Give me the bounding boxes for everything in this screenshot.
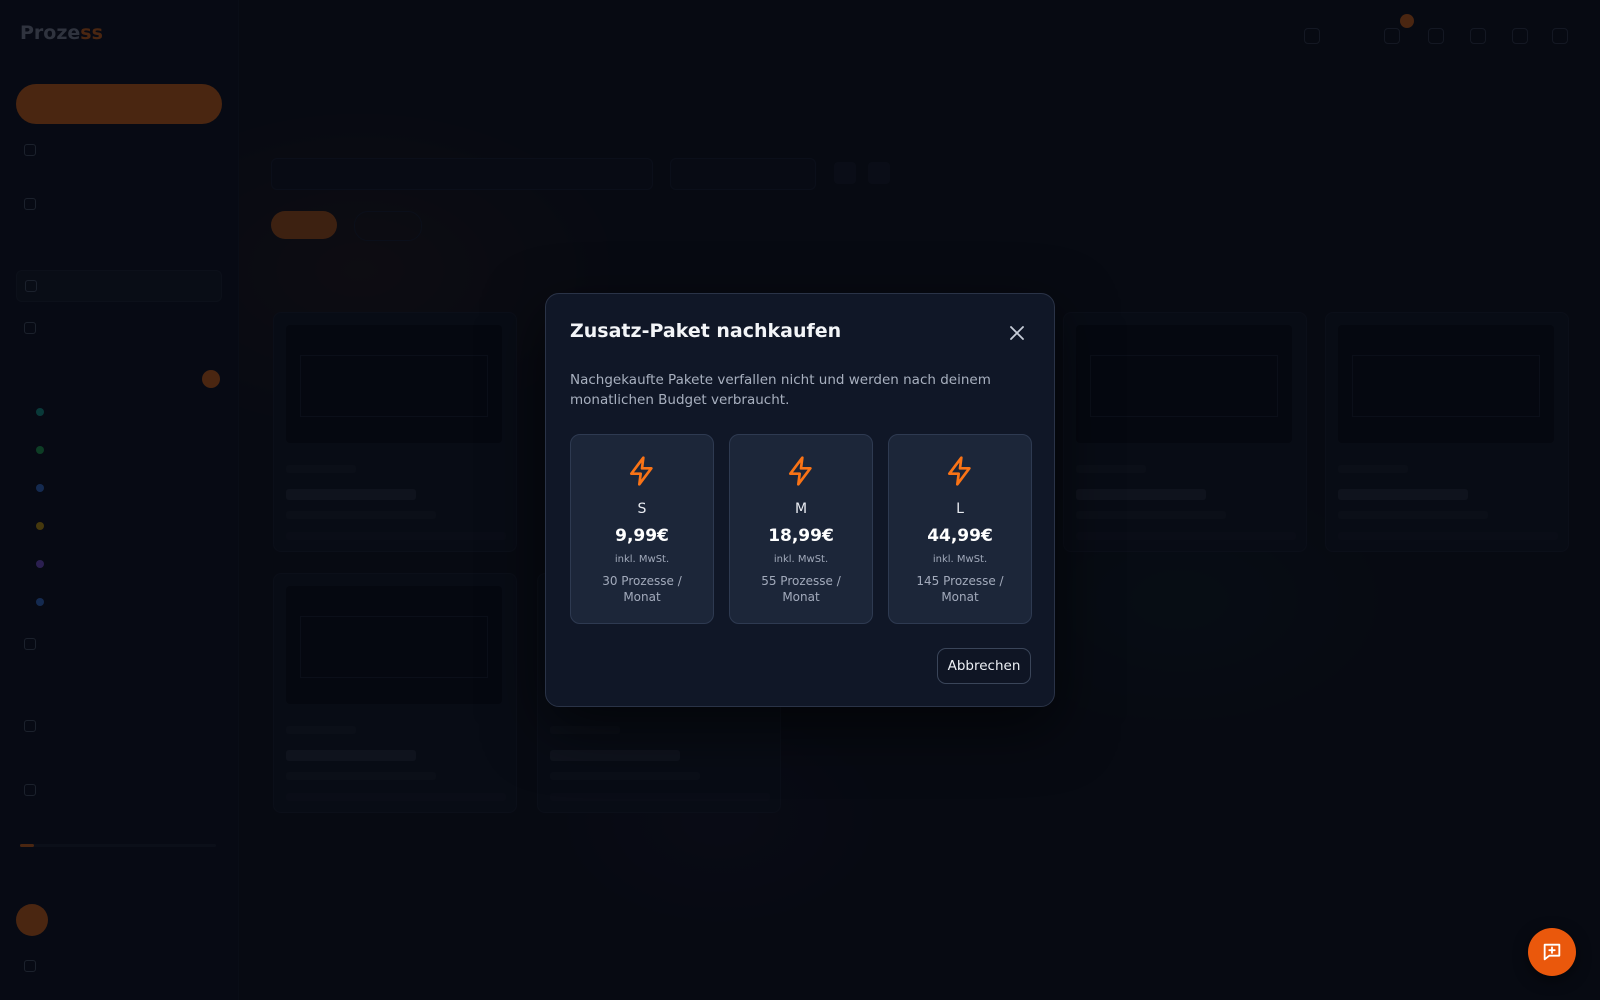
package-option-s[interactable]: S 9,99€ inkl. MwSt. 30 Prozesse / Monat [570, 434, 714, 624]
lightning-icon [948, 456, 971, 486]
package-price: 9,99€ [615, 526, 669, 546]
package-price: 44,99€ [927, 526, 993, 546]
package-size: L [956, 501, 964, 517]
chat-button[interactable] [1528, 928, 1576, 976]
package-vat-note: inkl. MwSt. [932, 554, 988, 565]
modal-title: Zusatz-Paket nachkaufen [570, 320, 842, 342]
close-icon[interactable] [1008, 324, 1026, 342]
package-option-m[interactable]: M 18,99€ inkl. MwSt. 55 Prozesse / Monat [729, 434, 873, 624]
cancel-button[interactable]: Abbrechen [937, 648, 1031, 684]
package-option-l[interactable]: L 44,99€ inkl. MwSt. 145 Prozesse / Mona… [888, 434, 1032, 624]
lightning-icon [789, 456, 812, 486]
buy-package-modal: Zusatz-Paket nachkaufen Nachgekaufte Pak… [545, 293, 1055, 707]
package-price: 18,99€ [768, 526, 834, 546]
package-size: M [794, 501, 808, 517]
package-vat-note: inkl. MwSt. [614, 554, 670, 565]
package-size: S [637, 501, 647, 517]
package-count: 145 Prozesse / Monat [916, 574, 1004, 604]
lightning-icon [630, 456, 653, 486]
package-count: 55 Prozesse / Monat [761, 574, 841, 604]
modal-description: Nachgekaufte Pakete verfallen nicht und … [570, 372, 991, 408]
package-count: 30 Prozesse / Monat [602, 574, 682, 604]
chat-plus-icon [1543, 943, 1561, 961]
package-vat-note: inkl. MwSt. [773, 554, 829, 565]
